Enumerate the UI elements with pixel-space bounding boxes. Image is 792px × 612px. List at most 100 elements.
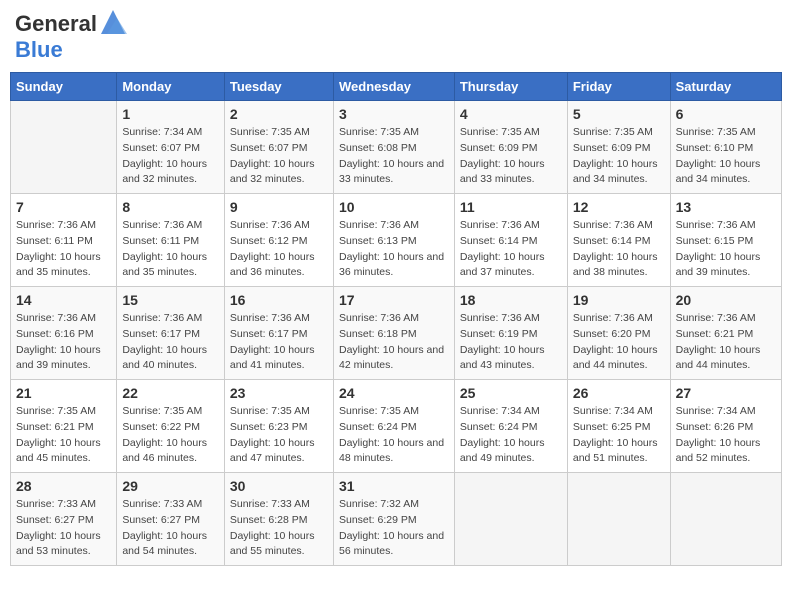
logo-icon	[97, 6, 129, 38]
daylight-text: Daylight: 10 hours and 33 minutes.	[339, 158, 444, 186]
sunrise-text: Sunrise: 7:36 AM	[122, 219, 202, 231]
calendar-cell: 4 Sunrise: 7:35 AM Sunset: 6:09 PM Dayli…	[454, 101, 567, 194]
sunset-text: Sunset: 6:27 PM	[122, 514, 200, 526]
sunset-text: Sunset: 6:14 PM	[460, 235, 538, 247]
sunset-text: Sunset: 6:23 PM	[230, 421, 308, 433]
weekday-header-wednesday: Wednesday	[333, 73, 454, 101]
day-info: Sunrise: 7:35 AM Sunset: 6:23 PM Dayligh…	[230, 404, 328, 467]
daylight-text: Daylight: 10 hours and 40 minutes.	[122, 344, 207, 372]
day-info: Sunrise: 7:36 AM Sunset: 6:16 PM Dayligh…	[16, 311, 111, 374]
daylight-text: Daylight: 10 hours and 33 minutes.	[460, 158, 545, 186]
weekday-header-tuesday: Tuesday	[224, 73, 333, 101]
day-info: Sunrise: 7:36 AM Sunset: 6:14 PM Dayligh…	[573, 218, 665, 281]
sunrise-text: Sunrise: 7:36 AM	[573, 219, 653, 231]
calendar-cell: 20 Sunrise: 7:36 AM Sunset: 6:21 PM Dayl…	[670, 287, 781, 380]
calendar-cell: 22 Sunrise: 7:35 AM Sunset: 6:22 PM Dayl…	[117, 380, 225, 473]
daylight-text: Daylight: 10 hours and 36 minutes.	[339, 251, 444, 279]
sunrise-text: Sunrise: 7:36 AM	[460, 219, 540, 231]
daylight-text: Daylight: 10 hours and 43 minutes.	[460, 344, 545, 372]
sunset-text: Sunset: 6:17 PM	[122, 328, 200, 340]
day-number: 8	[122, 199, 219, 215]
weekday-header-thursday: Thursday	[454, 73, 567, 101]
day-info: Sunrise: 7:35 AM Sunset: 6:09 PM Dayligh…	[573, 125, 665, 188]
day-info: Sunrise: 7:35 AM Sunset: 6:09 PM Dayligh…	[460, 125, 562, 188]
calendar-cell: 29 Sunrise: 7:33 AM Sunset: 6:27 PM Dayl…	[117, 473, 225, 566]
sunrise-text: Sunrise: 7:35 AM	[16, 405, 96, 417]
daylight-text: Daylight: 10 hours and 34 minutes.	[573, 158, 658, 186]
sunrise-text: Sunrise: 7:36 AM	[339, 219, 419, 231]
calendar-cell: 5 Sunrise: 7:35 AM Sunset: 6:09 PM Dayli…	[567, 101, 670, 194]
day-info: Sunrise: 7:36 AM Sunset: 6:17 PM Dayligh…	[122, 311, 219, 374]
daylight-text: Daylight: 10 hours and 49 minutes.	[460, 437, 545, 465]
sunrise-text: Sunrise: 7:35 AM	[230, 126, 310, 138]
day-number: 31	[339, 478, 449, 494]
day-info: Sunrise: 7:32 AM Sunset: 6:29 PM Dayligh…	[339, 497, 449, 560]
day-info: Sunrise: 7:36 AM Sunset: 6:21 PM Dayligh…	[676, 311, 776, 374]
calendar-cell	[567, 473, 670, 566]
day-number: 14	[16, 292, 111, 308]
calendar-cell	[670, 473, 781, 566]
sunrise-text: Sunrise: 7:36 AM	[573, 312, 653, 324]
sunset-text: Sunset: 6:13 PM	[339, 235, 417, 247]
sunset-text: Sunset: 6:12 PM	[230, 235, 308, 247]
sunrise-text: Sunrise: 7:36 AM	[230, 312, 310, 324]
day-info: Sunrise: 7:35 AM Sunset: 6:22 PM Dayligh…	[122, 404, 219, 467]
day-info: Sunrise: 7:36 AM Sunset: 6:18 PM Dayligh…	[339, 311, 449, 374]
calendar-cell: 27 Sunrise: 7:34 AM Sunset: 6:26 PM Dayl…	[670, 380, 781, 473]
day-number: 19	[573, 292, 665, 308]
day-info: Sunrise: 7:35 AM Sunset: 6:08 PM Dayligh…	[339, 125, 449, 188]
calendar-cell	[11, 101, 117, 194]
daylight-text: Daylight: 10 hours and 32 minutes.	[122, 158, 207, 186]
sunrise-text: Sunrise: 7:35 AM	[122, 405, 202, 417]
day-info: Sunrise: 7:36 AM Sunset: 6:20 PM Dayligh…	[573, 311, 665, 374]
sunset-text: Sunset: 6:10 PM	[676, 142, 754, 154]
day-info: Sunrise: 7:35 AM Sunset: 6:21 PM Dayligh…	[16, 404, 111, 467]
sunset-text: Sunset: 6:19 PM	[460, 328, 538, 340]
sunset-text: Sunset: 6:20 PM	[573, 328, 651, 340]
daylight-text: Daylight: 10 hours and 35 minutes.	[16, 251, 101, 279]
sunset-text: Sunset: 6:24 PM	[460, 421, 538, 433]
day-number: 22	[122, 385, 219, 401]
daylight-text: Daylight: 10 hours and 34 minutes.	[676, 158, 761, 186]
page-header: General Blue	[10, 10, 782, 62]
sunset-text: Sunset: 6:09 PM	[460, 142, 538, 154]
sunrise-text: Sunrise: 7:36 AM	[676, 312, 756, 324]
sunrise-text: Sunrise: 7:32 AM	[339, 498, 419, 510]
logo-blue-text: Blue	[15, 37, 63, 62]
day-info: Sunrise: 7:34 AM Sunset: 6:26 PM Dayligh…	[676, 404, 776, 467]
sunrise-text: Sunrise: 7:33 AM	[16, 498, 96, 510]
sunset-text: Sunset: 6:11 PM	[122, 235, 199, 247]
sunset-text: Sunset: 6:11 PM	[16, 235, 93, 247]
sunset-text: Sunset: 6:22 PM	[122, 421, 200, 433]
week-row-3: 14 Sunrise: 7:36 AM Sunset: 6:16 PM Dayl…	[11, 287, 782, 380]
day-number: 20	[676, 292, 776, 308]
calendar-cell: 13 Sunrise: 7:36 AM Sunset: 6:15 PM Dayl…	[670, 194, 781, 287]
week-row-2: 7 Sunrise: 7:36 AM Sunset: 6:11 PM Dayli…	[11, 194, 782, 287]
day-info: Sunrise: 7:34 AM Sunset: 6:07 PM Dayligh…	[122, 125, 219, 188]
day-info: Sunrise: 7:36 AM Sunset: 6:11 PM Dayligh…	[16, 218, 111, 281]
day-number: 17	[339, 292, 449, 308]
sunrise-text: Sunrise: 7:35 AM	[573, 126, 653, 138]
sunset-text: Sunset: 6:21 PM	[676, 328, 754, 340]
daylight-text: Daylight: 10 hours and 46 minutes.	[122, 437, 207, 465]
weekday-header-saturday: Saturday	[670, 73, 781, 101]
weekday-header-row: SundayMondayTuesdayWednesdayThursdayFrid…	[11, 73, 782, 101]
sunset-text: Sunset: 6:16 PM	[16, 328, 94, 340]
sunrise-text: Sunrise: 7:35 AM	[230, 405, 310, 417]
day-info: Sunrise: 7:36 AM Sunset: 6:19 PM Dayligh…	[460, 311, 562, 374]
sunset-text: Sunset: 6:21 PM	[16, 421, 94, 433]
sunrise-text: Sunrise: 7:35 AM	[460, 126, 540, 138]
daylight-text: Daylight: 10 hours and 42 minutes.	[339, 344, 444, 372]
sunset-text: Sunset: 6:29 PM	[339, 514, 417, 526]
sunrise-text: Sunrise: 7:36 AM	[460, 312, 540, 324]
calendar-cell: 10 Sunrise: 7:36 AM Sunset: 6:13 PM Dayl…	[333, 194, 454, 287]
daylight-text: Daylight: 10 hours and 36 minutes.	[230, 251, 315, 279]
sunrise-text: Sunrise: 7:36 AM	[230, 219, 310, 231]
sunrise-text: Sunrise: 7:36 AM	[16, 219, 96, 231]
daylight-text: Daylight: 10 hours and 54 minutes.	[122, 530, 207, 558]
daylight-text: Daylight: 10 hours and 39 minutes.	[676, 251, 761, 279]
calendar-cell: 3 Sunrise: 7:35 AM Sunset: 6:08 PM Dayli…	[333, 101, 454, 194]
day-number: 2	[230, 106, 328, 122]
day-number: 29	[122, 478, 219, 494]
day-info: Sunrise: 7:33 AM Sunset: 6:28 PM Dayligh…	[230, 497, 328, 560]
